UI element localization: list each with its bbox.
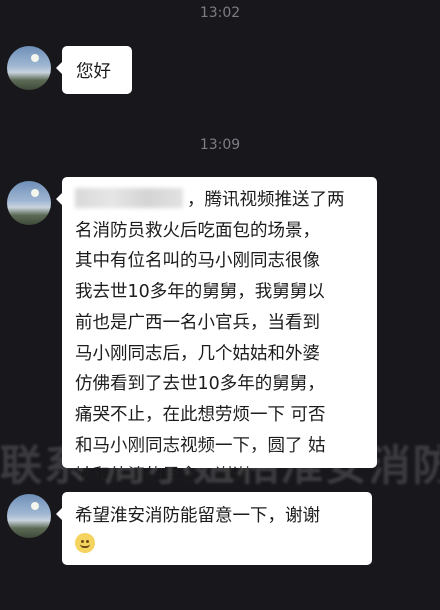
message-line: 仿佛看到了去世10多年的舅舅， (75, 374, 325, 395)
redacted-name (75, 188, 183, 208)
message-line: 姑和外婆的思念，谢谢 (75, 466, 250, 487)
message-line: ，腾讯视频推送了两 (75, 185, 365, 216)
message-line: 马小刚同志后，几个姑姑和外婆 (75, 343, 320, 364)
message-bubble[interactable]: ，腾讯视频推送了两 名消防员救火后吃面包的场景， 其中有位名叫的马小刚同志很像 … (56, 177, 377, 486)
message-text: 希望淮安消防能留意一下，谢谢 (75, 506, 320, 526)
message-line: 我去世10多年的舅舅，我舅舅以 (75, 282, 325, 303)
message-text: 您好 (76, 62, 111, 82)
message-line: 其中有位名叫的马小刚同志很像 (75, 251, 320, 272)
smile-emoji-icon (75, 533, 95, 553)
message-bubble[interactable]: 您好 (56, 46, 132, 94)
message-line: 痛哭不止，在此想劳烦一下 可否 (75, 404, 326, 425)
avatar-sun (31, 502, 39, 510)
message-line: 名消防员救火后吃面包的场景， (75, 220, 320, 241)
message-text: ，腾讯视频推送了两 (187, 190, 345, 210)
timestamp: 13:09 (199, 137, 241, 153)
avatar[interactable] (7, 494, 51, 538)
message-line: 和马小刚同志视频一下，圆了 姑 (75, 435, 326, 456)
message-bubble[interactable]: 希望淮安消防能留意一下，谢谢 (56, 492, 372, 565)
message-line: 前也是广西一名小官兵，当看到 (75, 312, 320, 333)
timestamp: 13:02 (199, 5, 241, 21)
avatar-sun (31, 189, 39, 197)
avatar-sun (31, 54, 39, 62)
avatar[interactable] (7, 46, 51, 90)
avatar[interactable] (7, 181, 51, 225)
